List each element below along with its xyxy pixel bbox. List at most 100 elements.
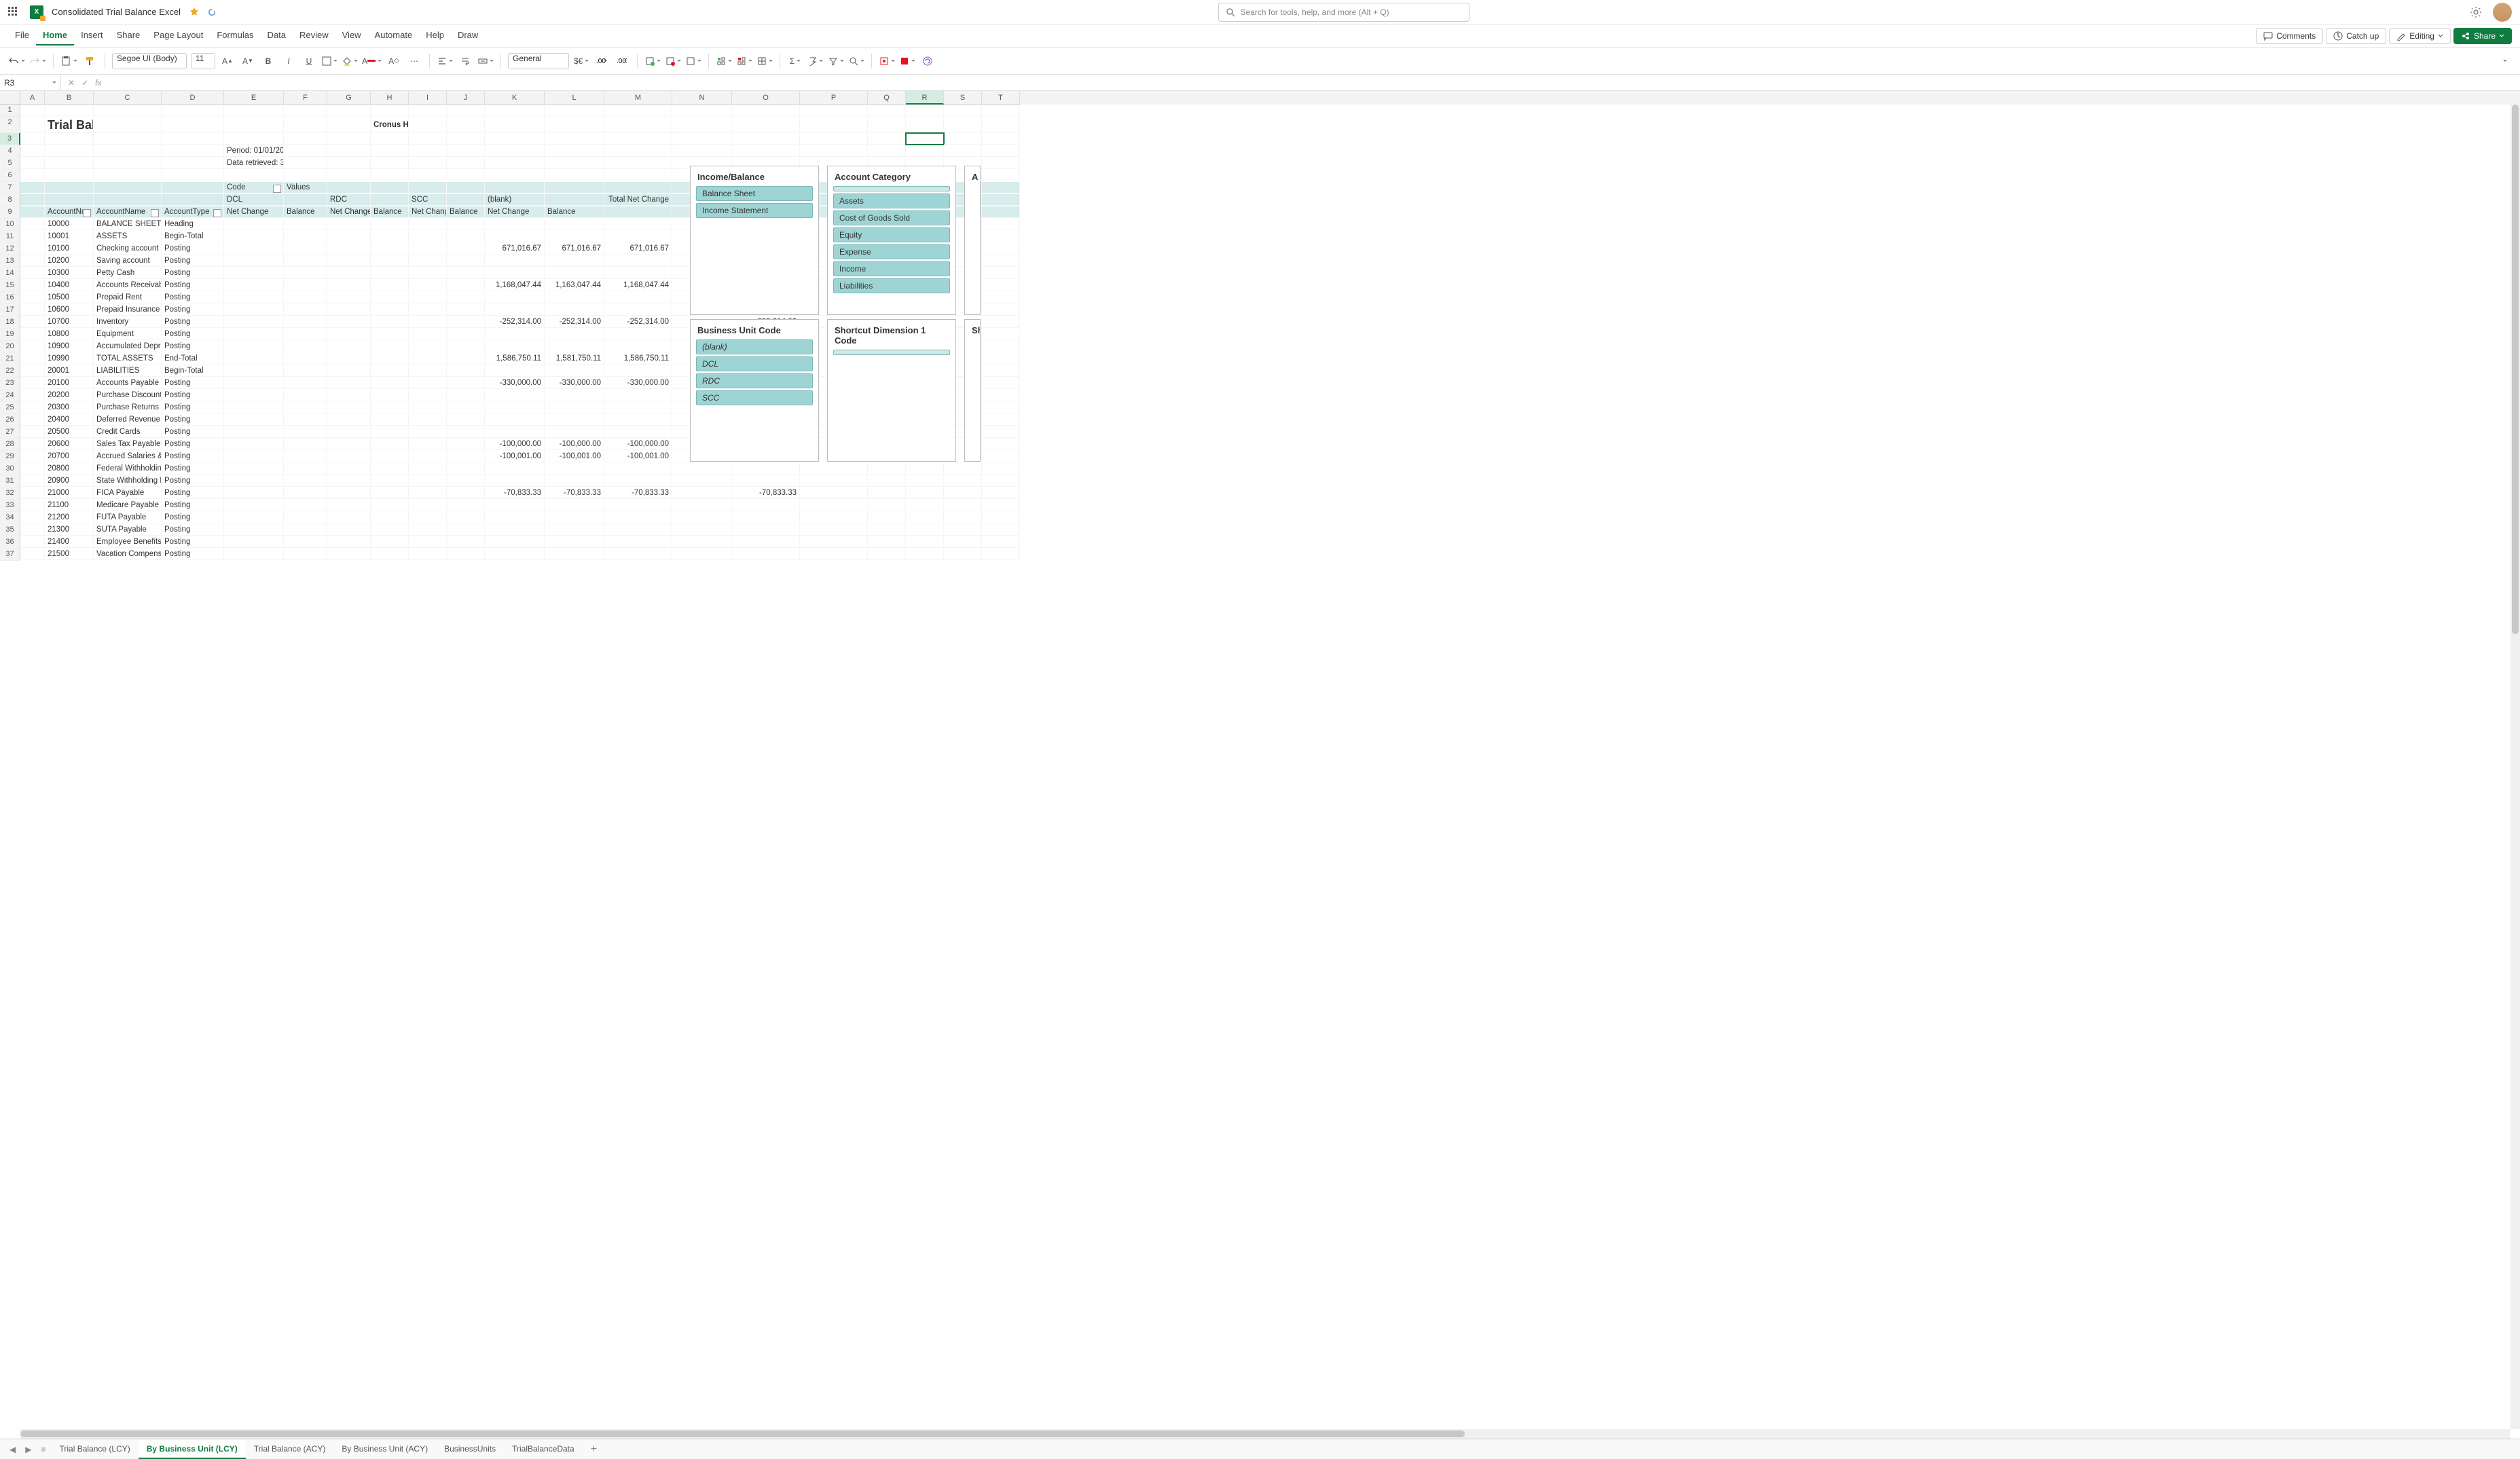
cell[interactable] xyxy=(284,451,327,462)
cell[interactable]: -252,314.00 xyxy=(604,316,672,328)
cell[interactable] xyxy=(20,194,45,206)
col-header-F[interactable]: F xyxy=(284,91,327,105)
cell[interactable]: Posting xyxy=(162,439,224,450)
cell[interactable] xyxy=(224,377,284,389)
cell[interactable] xyxy=(447,267,485,279)
cell[interactable]: Accumulated Depre xyxy=(94,341,162,352)
cell[interactable] xyxy=(447,487,485,499)
cell[interactable] xyxy=(20,158,45,169)
cell[interactable] xyxy=(485,292,545,303)
cell[interactable] xyxy=(604,117,672,133)
cell[interactable]: Equipment xyxy=(94,329,162,340)
sheet-list-button[interactable]: ≡ xyxy=(37,1445,50,1454)
cell[interactable] xyxy=(371,377,409,389)
row-header[interactable]: 29 xyxy=(0,451,20,463)
cell[interactable] xyxy=(284,280,327,291)
cell[interactable] xyxy=(485,549,545,560)
cell[interactable] xyxy=(447,182,485,193)
cell[interactable]: Balance xyxy=(545,206,604,218)
cell[interactable] xyxy=(371,231,409,242)
cell[interactable] xyxy=(447,341,485,352)
cell[interactable]: Saving account xyxy=(94,255,162,267)
cell[interactable]: Vacation Compensa xyxy=(94,549,162,560)
cell[interactable] xyxy=(45,158,94,169)
slicer-partial-1[interactable]: A xyxy=(964,166,981,315)
cell[interactable] xyxy=(732,524,800,536)
paste-button[interactable] xyxy=(60,53,77,69)
menu-insert[interactable]: Insert xyxy=(74,26,110,45)
cell[interactable] xyxy=(327,158,371,169)
format-button[interactable] xyxy=(756,53,773,69)
row-header[interactable]: 4 xyxy=(0,145,20,158)
cell[interactable] xyxy=(327,536,371,548)
cell[interactable] xyxy=(604,426,672,438)
cell[interactable]: Purchase Discounts xyxy=(94,390,162,401)
cell[interactable] xyxy=(371,353,409,365)
col-header-O[interactable]: O xyxy=(732,91,800,105)
col-header-J[interactable]: J xyxy=(447,91,485,105)
cell[interactable] xyxy=(371,255,409,267)
cell[interactable]: Balance xyxy=(284,206,327,218)
cell[interactable] xyxy=(284,500,327,511)
sheet-tab[interactable]: Trial Balance (LCY) xyxy=(51,1440,138,1459)
cell[interactable] xyxy=(20,451,45,462)
cell[interactable] xyxy=(447,117,485,133)
cell[interactable] xyxy=(906,487,944,499)
cell[interactable] xyxy=(327,426,371,438)
cell[interactable] xyxy=(224,105,284,116)
cell[interactable] xyxy=(447,158,485,169)
cell[interactable] xyxy=(604,219,672,230)
cell[interactable] xyxy=(982,117,1020,133)
cell[interactable] xyxy=(944,117,982,133)
cell[interactable] xyxy=(982,194,1020,206)
cell[interactable] xyxy=(327,439,371,450)
col-header-Q[interactable]: Q xyxy=(868,91,906,105)
cell[interactable] xyxy=(371,219,409,230)
cell[interactable] xyxy=(284,341,327,352)
cell[interactable] xyxy=(800,512,868,523)
row-header[interactable]: 22 xyxy=(0,365,20,377)
cell[interactable]: Posting xyxy=(162,341,224,352)
cell[interactable] xyxy=(447,549,485,560)
cell[interactable] xyxy=(447,145,485,157)
cell[interactable] xyxy=(906,133,944,145)
cell[interactable] xyxy=(800,105,868,116)
slicer-partial-2[interactable]: Sh xyxy=(964,319,981,462)
cell[interactable] xyxy=(284,255,327,267)
cell[interactable] xyxy=(485,182,545,193)
cell[interactable]: AccountNu xyxy=(45,206,94,218)
cell[interactable] xyxy=(447,133,485,145)
row-header[interactable]: 34 xyxy=(0,512,20,524)
cell[interactable]: Posting xyxy=(162,414,224,426)
row-header[interactable]: 28 xyxy=(0,439,20,451)
cell[interactable] xyxy=(672,475,732,487)
slicer-item[interactable]: SCC xyxy=(696,390,813,405)
cell[interactable] xyxy=(906,463,944,475)
cell[interactable] xyxy=(485,402,545,413)
cell[interactable] xyxy=(906,549,944,560)
cell[interactable] xyxy=(545,231,604,242)
cell[interactable] xyxy=(982,426,1020,438)
cell[interactable] xyxy=(224,267,284,279)
cell[interactable]: Net Change xyxy=(224,206,284,218)
cell[interactable] xyxy=(409,512,447,523)
cell[interactable] xyxy=(409,365,447,377)
cell[interactable] xyxy=(284,549,327,560)
cell[interactable] xyxy=(732,475,800,487)
row-header[interactable]: 12 xyxy=(0,243,20,255)
cell[interactable]: Accounts Payable xyxy=(94,377,162,389)
row-header[interactable]: 15 xyxy=(0,280,20,292)
cell[interactable] xyxy=(371,426,409,438)
row-header[interactable]: 10 xyxy=(0,219,20,231)
cell[interactable] xyxy=(604,105,672,116)
cell[interactable] xyxy=(485,267,545,279)
cell[interactable] xyxy=(327,231,371,242)
cell[interactable] xyxy=(371,170,409,181)
cell[interactable] xyxy=(545,365,604,377)
row-header[interactable]: 11 xyxy=(0,231,20,243)
row-header[interactable]: 6 xyxy=(0,170,20,182)
cell[interactable] xyxy=(485,414,545,426)
cell[interactable] xyxy=(20,426,45,438)
cell[interactable] xyxy=(224,365,284,377)
cell[interactable]: Posting xyxy=(162,536,224,548)
